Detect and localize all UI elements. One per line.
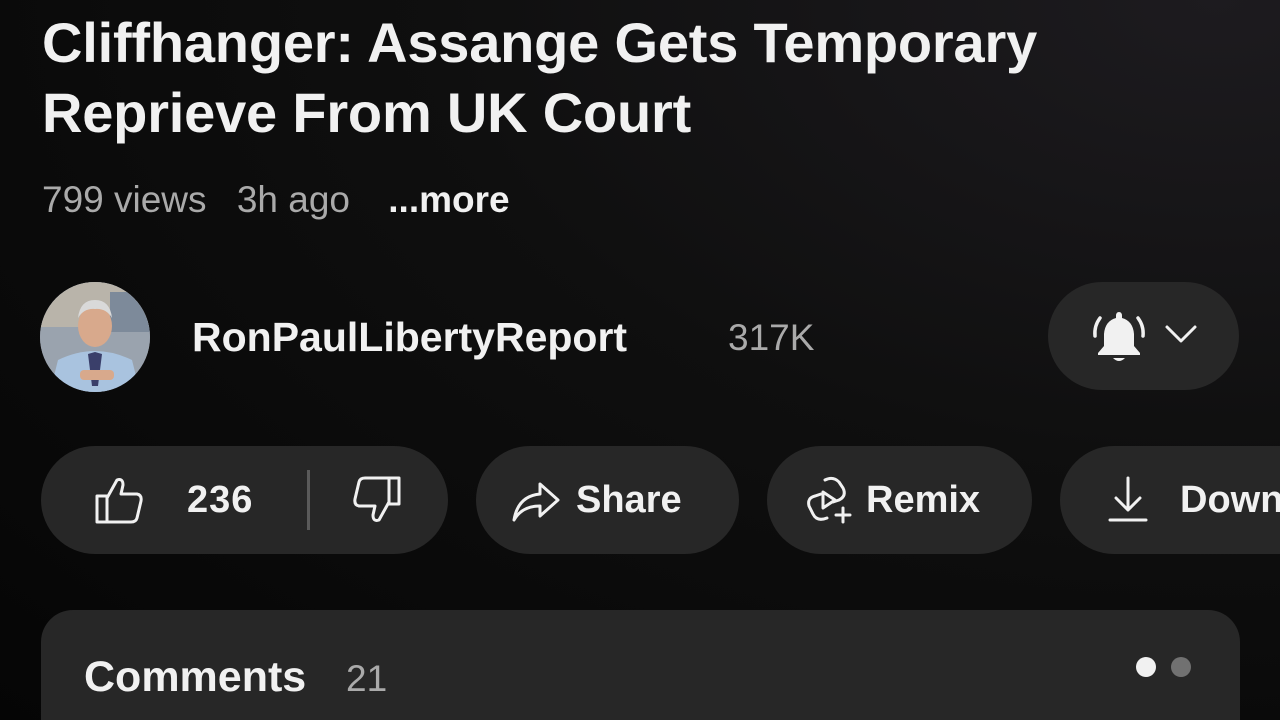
like-dislike-group: 236 xyxy=(41,446,448,554)
download-label: Down xyxy=(1180,479,1280,521)
bell-filled-icon xyxy=(1093,312,1145,361)
download-icon xyxy=(1108,476,1148,522)
action-bar: 236 Share Remix Down xyxy=(0,446,1280,556)
upload-age: 3h ago xyxy=(236,179,350,220)
thumbs-up-icon[interactable] xyxy=(93,474,145,526)
subscriber-count: 317K xyxy=(728,317,815,358)
share-button[interactable]: Share xyxy=(476,446,739,554)
video-watch-page: Cliffhanger: Assange Gets Temporary Repr… xyxy=(0,0,1280,720)
comments-title: Comments xyxy=(84,653,307,701)
like-count[interactable]: 236 xyxy=(187,446,253,554)
remix-label: Remix xyxy=(866,479,981,521)
channel-avatar[interactable] xyxy=(40,282,150,392)
view-count: 799 views xyxy=(42,179,207,220)
thumbs-down-icon[interactable] xyxy=(351,474,403,526)
avatar-image xyxy=(40,282,150,392)
comments-count: 21 xyxy=(346,658,388,699)
download-button[interactable]: Down xyxy=(1060,446,1280,554)
remix-button[interactable]: Remix xyxy=(767,446,1032,554)
share-arrow-icon xyxy=(512,482,560,522)
channel-name[interactable]: RonPaulLibertyReport xyxy=(192,312,627,362)
comments-panel[interactable]: Comments 21 xyxy=(41,610,1240,720)
share-label: Share xyxy=(576,479,682,521)
like-divider xyxy=(307,470,310,530)
video-metadata[interactable]: 799 views 3h ago ...more xyxy=(42,178,530,222)
notification-settings-button[interactable] xyxy=(1048,282,1239,390)
channel-row: RonPaulLibertyReport 317K xyxy=(40,282,1240,392)
carousel-dot-active xyxy=(1136,657,1156,677)
remix-icon xyxy=(807,476,852,524)
carousel-dot-inactive xyxy=(1171,657,1191,677)
video-title[interactable]: Cliffhanger: Assange Gets Temporary Repr… xyxy=(42,8,1222,148)
chevron-down-icon xyxy=(1165,325,1197,343)
more-description-link[interactable]: ...more xyxy=(388,179,509,220)
